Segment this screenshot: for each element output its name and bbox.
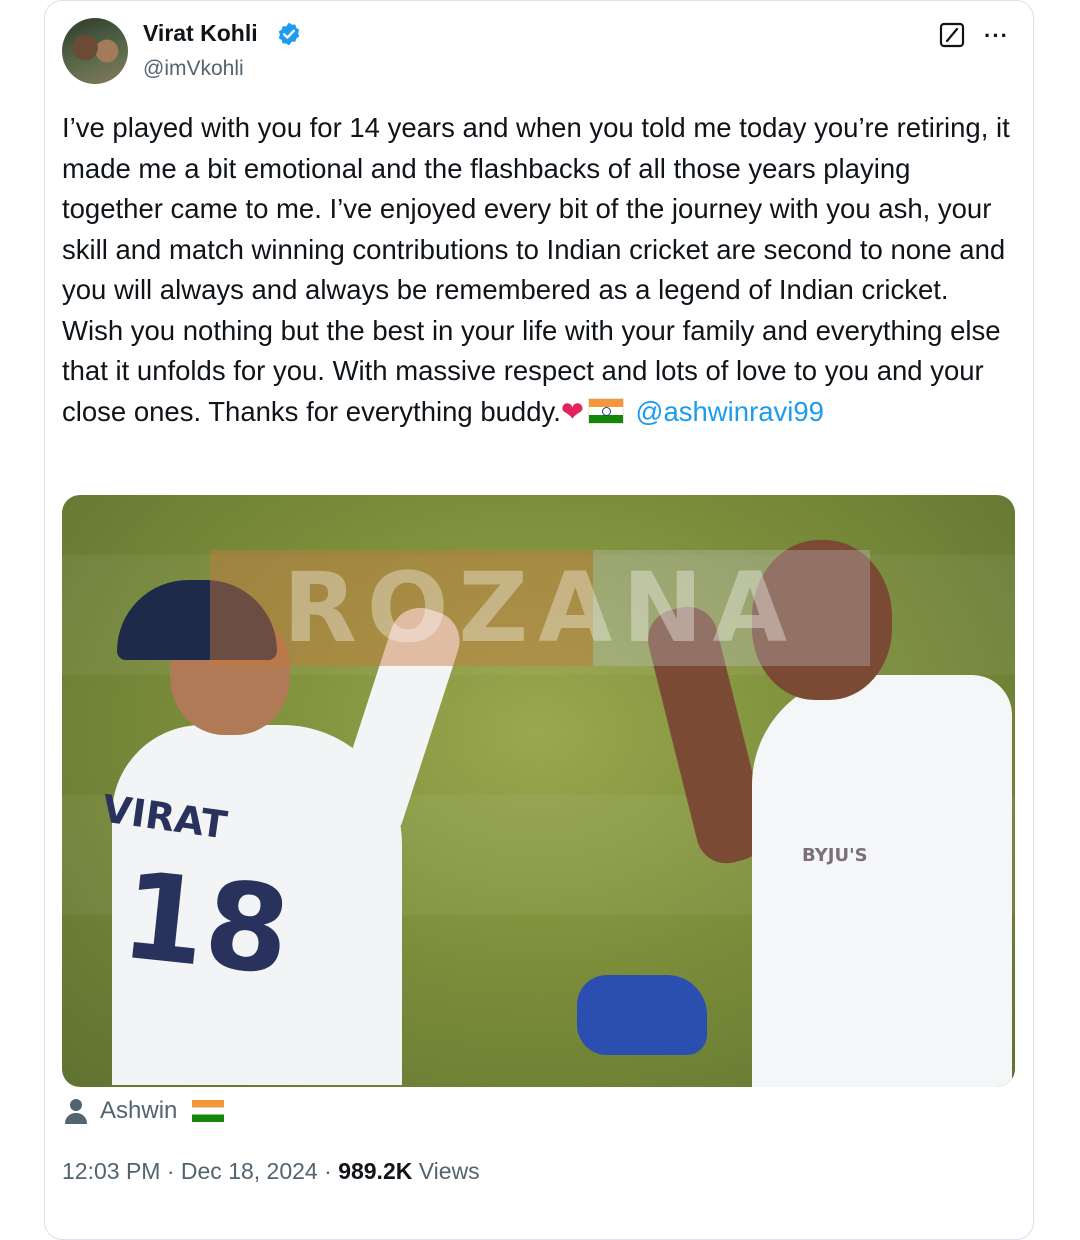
person-icon (65, 1099, 87, 1124)
views-label: Views (412, 1158, 480, 1184)
mention-link[interactable]: @ashwinravi99 (636, 396, 824, 427)
author-handle[interactable]: @imVkohli (143, 57, 244, 81)
tagged-user[interactable]: Ashwin (100, 1097, 177, 1125)
tweet-date[interactable]: Dec 18, 2024 (181, 1158, 318, 1184)
tweet-meta: 12:03 PM · Dec 18, 2024 · 989.2K Views (62, 1158, 480, 1185)
more-icon[interactable]: ··· (984, 23, 1009, 49)
jersey-number-left: 18 (115, 846, 296, 1003)
author-display-name[interactable]: Virat Kohli (143, 20, 258, 47)
avatar[interactable] (62, 18, 128, 84)
india-flag-icon (587, 397, 624, 424)
watermark: ROZANA MAIL (210, 550, 870, 666)
verified-badge-icon (278, 22, 300, 46)
views-count: 989.2K (338, 1158, 413, 1184)
india-flag-icon (192, 1100, 224, 1122)
tweet-text: I’ve played with you for 14 years and wh… (62, 108, 1017, 432)
tweet-time[interactable]: 12:03 PM (62, 1158, 160, 1184)
player-right (752, 675, 1012, 1087)
grok-icon[interactable] (938, 21, 966, 49)
tweet-body: I’ve played with you for 14 years and wh… (62, 112, 1018, 427)
meta-separator: · (160, 1158, 181, 1184)
meta-separator: · (317, 1158, 339, 1184)
gloves (577, 975, 707, 1055)
jersey-sponsor-right: BYJU'S (802, 845, 868, 866)
heart-emoji-icon: ❤ (560, 395, 584, 427)
